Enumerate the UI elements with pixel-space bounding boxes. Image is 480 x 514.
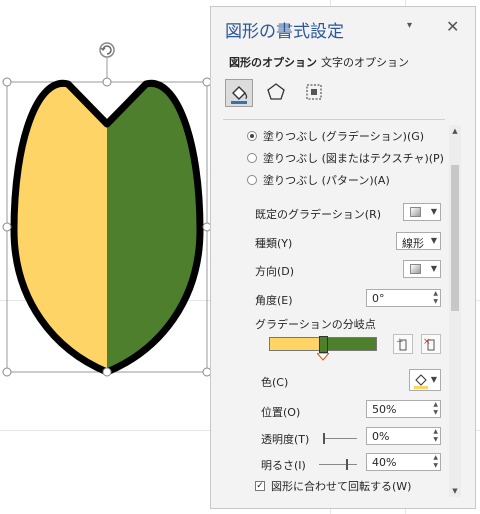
gradient-stop-pointer-icon: [317, 353, 329, 361]
chevron-down-icon: ▼: [430, 264, 437, 273]
pane-options-icon[interactable]: ▾: [407, 20, 412, 31]
direction-dropdown[interactable]: ▼: [403, 260, 441, 278]
scroll-thumb[interactable]: [451, 165, 459, 311]
radio-pattern-fill[interactable]: [247, 175, 257, 185]
position-spinner[interactable]: 50% ▲ ▼: [366, 400, 441, 418]
rotate-with-shape-label: 図形に合わせて回転する(W): [271, 480, 412, 493]
radio-label: 塗りつぶし (図またはテクスチャ)(P): [263, 152, 444, 165]
preset-gradient-label: 既定のグラデーション(R): [255, 208, 382, 221]
fill-line-icon[interactable]: [225, 79, 253, 107]
angle-label: 角度(E): [255, 294, 293, 307]
gradient-swatch: [410, 207, 421, 217]
spin-up-icon[interactable]: ▲: [433, 290, 438, 297]
spin-up-icon[interactable]: ▲: [433, 428, 438, 435]
shape-selection[interactable]: [0, 40, 214, 420]
scroll-up-icon[interactable]: ▲: [449, 125, 461, 137]
svg-text:×: ×: [423, 337, 431, 347]
chevron-down-icon: ▼: [430, 236, 437, 245]
type-dropdown[interactable]: 線形 ▼: [396, 232, 441, 250]
spin-up-icon[interactable]: ▲: [433, 454, 438, 461]
transparency-value: 0%: [372, 430, 390, 443]
position-label: 位置(O): [261, 406, 301, 419]
brightness-label: 明るさ(I): [261, 459, 306, 472]
angle-spinner[interactable]: 0° ▲ ▼: [366, 289, 441, 307]
tab-text-options[interactable]: 文字のオプション: [321, 54, 409, 70]
chevron-down-icon: ▼: [430, 375, 437, 384]
gradient-swatch: [410, 264, 421, 274]
scroll-down-icon[interactable]: ▼: [449, 485, 461, 497]
size-properties-icon[interactable]: [301, 79, 329, 107]
remove-gradient-stop-icon[interactable]: ×: [421, 334, 441, 354]
spin-down-icon[interactable]: ▼: [433, 436, 438, 443]
brightness-slider-thumb[interactable]: [345, 459, 348, 470]
add-gradient-stop-icon[interactable]: +: [393, 334, 413, 354]
brightness-spinner[interactable]: 40% ▲ ▼: [366, 453, 441, 471]
pane-scrollbar[interactable]: ▲ ▼: [449, 125, 461, 497]
resize-handle[interactable]: [2, 77, 12, 87]
beginner-mark-shape[interactable]: [0, 40, 214, 420]
gradient-stop-handle[interactable]: [319, 336, 328, 353]
rotate-handle-icon[interactable]: [99, 42, 115, 58]
transparency-spinner[interactable]: 0% ▲ ▼: [366, 427, 441, 445]
spin-down-icon[interactable]: ▼: [433, 298, 438, 305]
svg-text:+: +: [396, 337, 404, 347]
radio-label: 塗りつぶし (パターン)(A): [263, 174, 390, 187]
resize-handle[interactable]: [102, 367, 112, 377]
transparency-label: 透明度(T): [261, 433, 310, 446]
paint-bucket-icon: [414, 374, 428, 389]
color-label: 色(C): [261, 376, 289, 389]
transparency-slider-thumb[interactable]: [323, 433, 325, 444]
radio-picture-fill[interactable]: [247, 153, 257, 163]
spin-down-icon[interactable]: ▼: [433, 409, 438, 416]
brightness-value: 40%: [372, 456, 397, 469]
close-icon[interactable]: ✕: [446, 17, 459, 36]
color-picker-dropdown[interactable]: ▼: [409, 369, 441, 391]
gradient-stops-label: グラデーションの分岐点: [255, 318, 376, 331]
radio-label: 塗りつぶし (グラデーション)(G): [263, 130, 425, 143]
preset-gradient-dropdown[interactable]: ▼: [403, 203, 441, 221]
effects-pentagon-icon[interactable]: [263, 79, 291, 107]
spin-down-icon[interactable]: ▼: [433, 462, 438, 469]
format-shape-pane: 図形の書式設定 ▾ ✕ 図形のオプション 文字のオプション ▲ ▼ 塗りつぶし …: [210, 6, 476, 509]
pane-divider: [223, 119, 445, 120]
pane-title: 図形の書式設定: [225, 22, 344, 42]
resize-handle[interactable]: [102, 77, 112, 87]
resize-handle[interactable]: [2, 367, 12, 377]
type-label: 種類(Y): [255, 237, 293, 250]
position-value: 50%: [372, 403, 397, 416]
rotate-with-shape-checkbox[interactable]: ✓: [255, 481, 265, 491]
transparency-slider[interactable]: [323, 438, 357, 439]
direction-label: 方向(D): [255, 265, 295, 278]
angle-value: 0°: [372, 292, 385, 305]
chevron-down-icon: ▼: [430, 207, 437, 216]
brightness-slider[interactable]: [319, 464, 357, 465]
radio-gradient-fill[interactable]: [247, 131, 257, 141]
tab-shape-options[interactable]: 図形のオプション: [229, 54, 317, 70]
spin-up-icon[interactable]: ▲: [433, 401, 438, 408]
type-value: 線形: [402, 237, 424, 250]
resize-handle[interactable]: [2, 222, 12, 232]
